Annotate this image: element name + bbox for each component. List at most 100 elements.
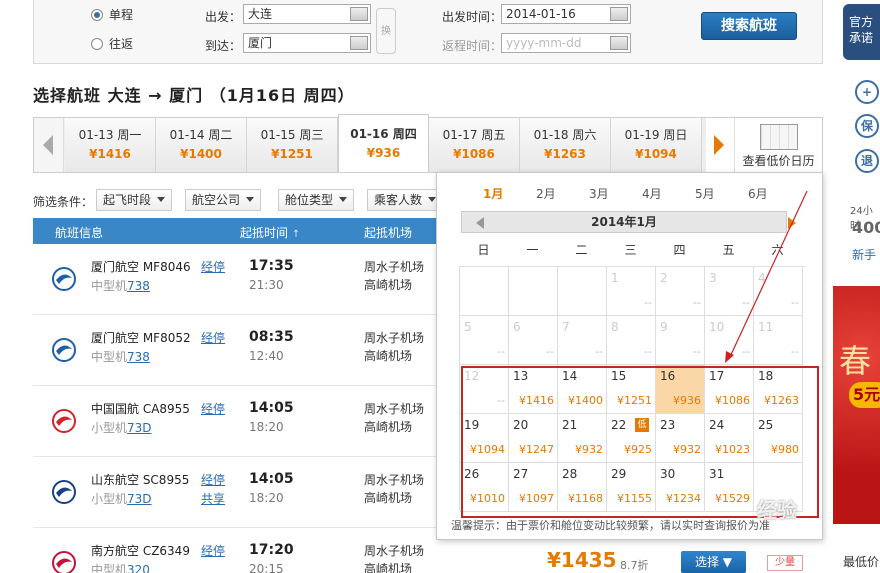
radio-oneway-label: 单程 [109,8,134,22]
arrival-time: 12:40 [249,349,284,363]
search-flights-button[interactable]: 搜索航班 [701,12,797,40]
low-price-calendar-popup: 1月 2月 3月 4月 5月 6月 2014年1月 日一二三四五六 1 -- 2 -- 3 -- 4-… [436,172,823,540]
filter-passengers[interactable]: 乘客人数 [367,189,444,211]
date-tab-price: ¥936 [366,146,401,160]
air-china-logo-icon [52,409,76,433]
depart-date-input[interactable]: 2014-01-16 [501,4,631,24]
stopover-link[interactable]: 经停 [201,329,225,346]
header-flight-info[interactable]: 航班信息 [55,224,103,241]
plane-size: 中型机 [91,279,128,293]
date-tab-price: ¥1086 [453,147,495,161]
table-row[interactable]: 厦门航空 MF8052 中型机738 经停 08:35 12:40 周水子机场 … [33,315,438,386]
plane-code-link[interactable]: 738 [127,279,150,293]
departure-airport: 周水子机场 [364,473,425,487]
calendar-icon[interactable] [610,7,628,21]
departure-time: 08:35 [249,329,294,345]
annotation-arrow [725,190,808,363]
newbie-link[interactable]: 新手 [852,246,876,263]
select-flight-button[interactable]: 选择 ▼ [681,551,746,573]
departure-time: 14:05 [249,471,294,487]
arrival-airport: 高崎机场 [364,278,413,292]
plane-code-link[interactable]: 73D [127,421,152,435]
stopover-link[interactable]: 经停 [201,400,225,417]
stopover-link[interactable]: 经停 [201,542,225,559]
depart-label: 出发时间： [442,10,503,24]
radio-oneway[interactable] [91,8,103,21]
refund-icon[interactable]: 退 [855,149,879,173]
departure-airport: 周水子机场 [364,260,425,274]
next-week-arrow-icon[interactable] [706,118,734,172]
header-times[interactable]: 起抵时间 ↑ [240,224,300,241]
header-airports[interactable]: 起抵机场 [364,224,412,241]
official-promise-badge[interactable]: 官方 承诺 [843,4,880,60]
radio-roundtrip[interactable] [91,37,103,50]
to-value: 厦门 [248,36,273,50]
trip-type-roundtrip[interactable]: 往返 [91,35,133,52]
filter-departure-time[interactable]: 起飞时段 [96,189,173,211]
arrival-time: 21:30 [249,278,284,292]
airline-flight: 中国国航 CA8955 [91,402,190,416]
city-picker-icon[interactable] [350,36,368,50]
arrival-airport: 高崎机场 [364,420,413,434]
date-tab-date: 01-15 周三 [260,128,324,142]
date-tab-date: 01-16 周四 [350,127,417,141]
date-tab-1[interactable]: 01-14 周二 ¥1400 [156,118,247,172]
swap-cities-button[interactable]: 换 [376,8,396,54]
discount-label: 8.7折 [620,559,649,572]
filter-cabin-class[interactable]: 舱位类型 [278,189,355,211]
plane-code-link[interactable]: 320 [127,563,150,573]
from-input[interactable]: 大连 [243,4,371,24]
arrival-airport: 高崎机场 [364,562,413,573]
table-row[interactable]: 南方航空 CZ6349 中型机320 经停 17:20 20:15 周水子机场 … [33,528,438,573]
trip-type-oneway[interactable]: 单程 [91,6,133,23]
stopover-link[interactable]: 经停 [201,471,225,488]
arrival-airport: 高崎机场 [364,349,413,363]
airline-flight: 南方航空 CZ6349 [91,544,190,558]
table-row[interactable]: 厦门航空 MF8046 中型机738 经停 17:35 21:30 周水子机场 … [33,244,438,315]
plane-size: 小型机 [91,492,128,506]
date-tab-0[interactable]: 01-13 周一 ¥1416 [65,118,156,172]
airline-flight: 山东航空 SC8955 [91,473,190,487]
to-input[interactable]: 厦门 [243,33,371,53]
low-price-calendar-button[interactable]: 查看低价日历 [734,118,822,172]
date-tab-price: ¥1094 [635,147,677,161]
date-tab-2[interactable]: 01-15 周三 ¥1251 [247,118,338,172]
arrival-time: 18:20 [249,420,284,434]
guarantee-icon[interactable]: 保 [855,114,879,138]
plane-type: 小型机73D [91,419,152,436]
promo-banner[interactable]: 春 5元 [833,286,880,524]
plane-type: 小型机73D [91,490,152,507]
date-tab-price: ¥1400 [180,147,222,161]
xiamen-air-logo-icon [52,267,76,291]
departure-airport: 周水子机场 [364,544,425,558]
return-date-input[interactable]: yyyy-mm-dd [501,33,631,53]
filter-airline[interactable]: 航空公司 [185,189,262,211]
date-tab-3[interactable]: 01-16 周四 ¥936 [338,114,429,172]
date-tab-date: 01-19 周日 [624,128,688,142]
date-tab-4[interactable]: 01-17 周五 ¥1086 [429,118,520,172]
plane-code-link[interactable]: 73D [127,492,152,506]
date-tab-5[interactable]: 01-18 周六 ¥1263 [520,118,611,172]
prev-week-arrow-icon[interactable] [34,118,64,172]
departure-time: 14:05 [249,400,294,416]
return-date-placeholder: yyyy-mm-dd [506,36,582,50]
date-tab-date: 01-18 周六 [533,128,597,142]
table-row[interactable]: 山东航空 SC8955 小型机73D 经停 共享 14:05 18:20 周水子… [33,457,438,528]
codeshare-link[interactable]: 共享 [201,490,225,507]
plane-code-link[interactable]: 738 [127,350,150,364]
arrival-airport: 高崎机场 [364,491,413,505]
plane-type: 中型机320 [91,561,150,573]
table-row[interactable]: 中国国航 CA8955 小型机73D 经停 14:05 18:20 周水子机场 … [33,386,438,457]
airline-flight: 厦门航空 MF8046 [91,260,191,274]
stopover-link[interactable]: 经停 [201,258,225,275]
calendar-icon[interactable] [610,36,628,50]
plus-icon[interactable]: + [855,80,879,104]
date-tab-date: 01-14 周二 [169,128,233,142]
xiamen-air-logo-icon [52,338,76,362]
date-tab-price: ¥1263 [544,147,586,161]
city-picker-icon[interactable] [350,7,368,21]
filter-label: 筛选条件： [33,195,94,209]
plane-type: 中型机738 [91,277,150,294]
date-tab-6[interactable]: 01-19 周日 ¥1094 [611,118,702,172]
date-tab-price: ¥1416 [89,147,131,161]
